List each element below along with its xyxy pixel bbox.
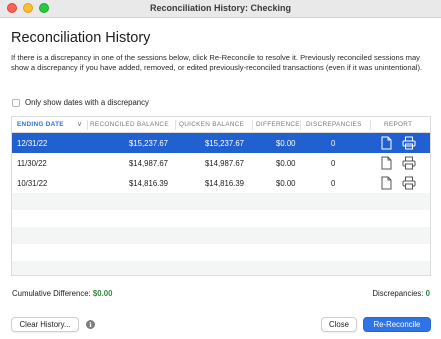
difference-cell: $0.00 [276,139,296,148]
empty-row [12,227,430,244]
re-reconcile-button[interactable]: Re-Reconcile [363,317,431,332]
column-header-ending-date[interactable]: ENDING DATE [17,121,64,128]
quicken-balance-cell: $15,237.67 [204,139,244,148]
info-icon[interactable]: i [86,320,95,329]
table-row[interactable]: 10/31/22 $14,816.39 $14,816.39 $0.00 0 [12,173,430,193]
empty-row [12,244,430,261]
discrepancies-cell: 0 [331,139,336,148]
discrepancy-filter-checkbox[interactable] [12,98,20,107]
empty-row [12,193,430,210]
reconciled-balance-cell: $14,816.39 [128,179,168,188]
ending-date-cell: 10/31/22 [17,179,48,188]
document-icon[interactable] [381,156,392,170]
column-header-difference[interactable]: DIFFERENCE [256,121,300,128]
discrepancy-filter-label: Only show dates with a discrepancy [25,98,149,107]
empty-row [12,261,430,275]
discrepancies-cell: 0 [331,179,336,188]
title-bar: Reconciliation History: Checking [0,0,441,18]
cumulative-difference-label: Cumulative Difference: [12,289,91,298]
description-text: If there is a discrepancy in one of the … [11,53,423,73]
ending-date-cell: 11/30/22 [17,159,47,168]
printer-icon[interactable] [402,156,416,170]
close-button[interactable]: Close [321,317,357,332]
page-title: Reconciliation History [11,30,151,46]
cumulative-difference-value: $0.00 [92,289,113,298]
document-icon[interactable] [381,136,392,150]
column-header-reconciled-balance[interactable]: RECONCILED BALANCE [90,121,169,128]
difference-cell: $0.00 [276,179,296,188]
document-icon[interactable] [381,176,392,190]
printer-icon[interactable] [402,176,416,190]
ending-date-cell: 12/31/22 [17,139,48,148]
chevron-down-icon[interactable]: ∨ [77,120,82,128]
discrepancy-filter[interactable]: Only show dates with a discrepancy [12,98,149,107]
column-header-report: REPORT [384,121,413,128]
discrepancies-label: Discrepancies: [372,289,424,298]
cumulative-difference: Cumulative Difference: $0.00 [12,289,112,298]
quicken-balance-cell: $14,816.39 [204,179,244,188]
table-header: ENDING DATE ∨ RECONCILED BALANCE QUICKEN… [12,117,430,133]
clear-history-button[interactable]: Clear History... [11,317,79,332]
quicken-balance-cell: $14,987.67 [204,159,244,168]
table-row[interactable]: 12/31/22 $15,237.67 $15,237.67 $0.00 0 [12,133,430,153]
reconciliation-table: ENDING DATE ∨ RECONCILED BALANCE QUICKEN… [11,116,431,276]
table-row[interactable]: 11/30/22 $14,987.67 $14,987.67 $0.00 0 [12,153,430,173]
printer-icon[interactable] [402,136,416,150]
column-header-quicken-balance[interactable]: QUICKEN BALANCE [179,121,244,128]
difference-cell: $0.00 [276,159,296,168]
empty-row [12,210,430,227]
reconciled-balance-cell: $14,987.67 [128,159,168,168]
discrepancies-summary: Discrepancies: 0 [372,289,430,298]
discrepancies-cell: 0 [331,159,336,168]
reconciled-balance-cell: $15,237.67 [128,139,168,148]
discrepancies-value: 0 [425,289,430,298]
column-header-discrepancies[interactable]: DISCREPANCIES [306,121,362,128]
window-title: Reconciliation History: Checking [149,3,292,13]
